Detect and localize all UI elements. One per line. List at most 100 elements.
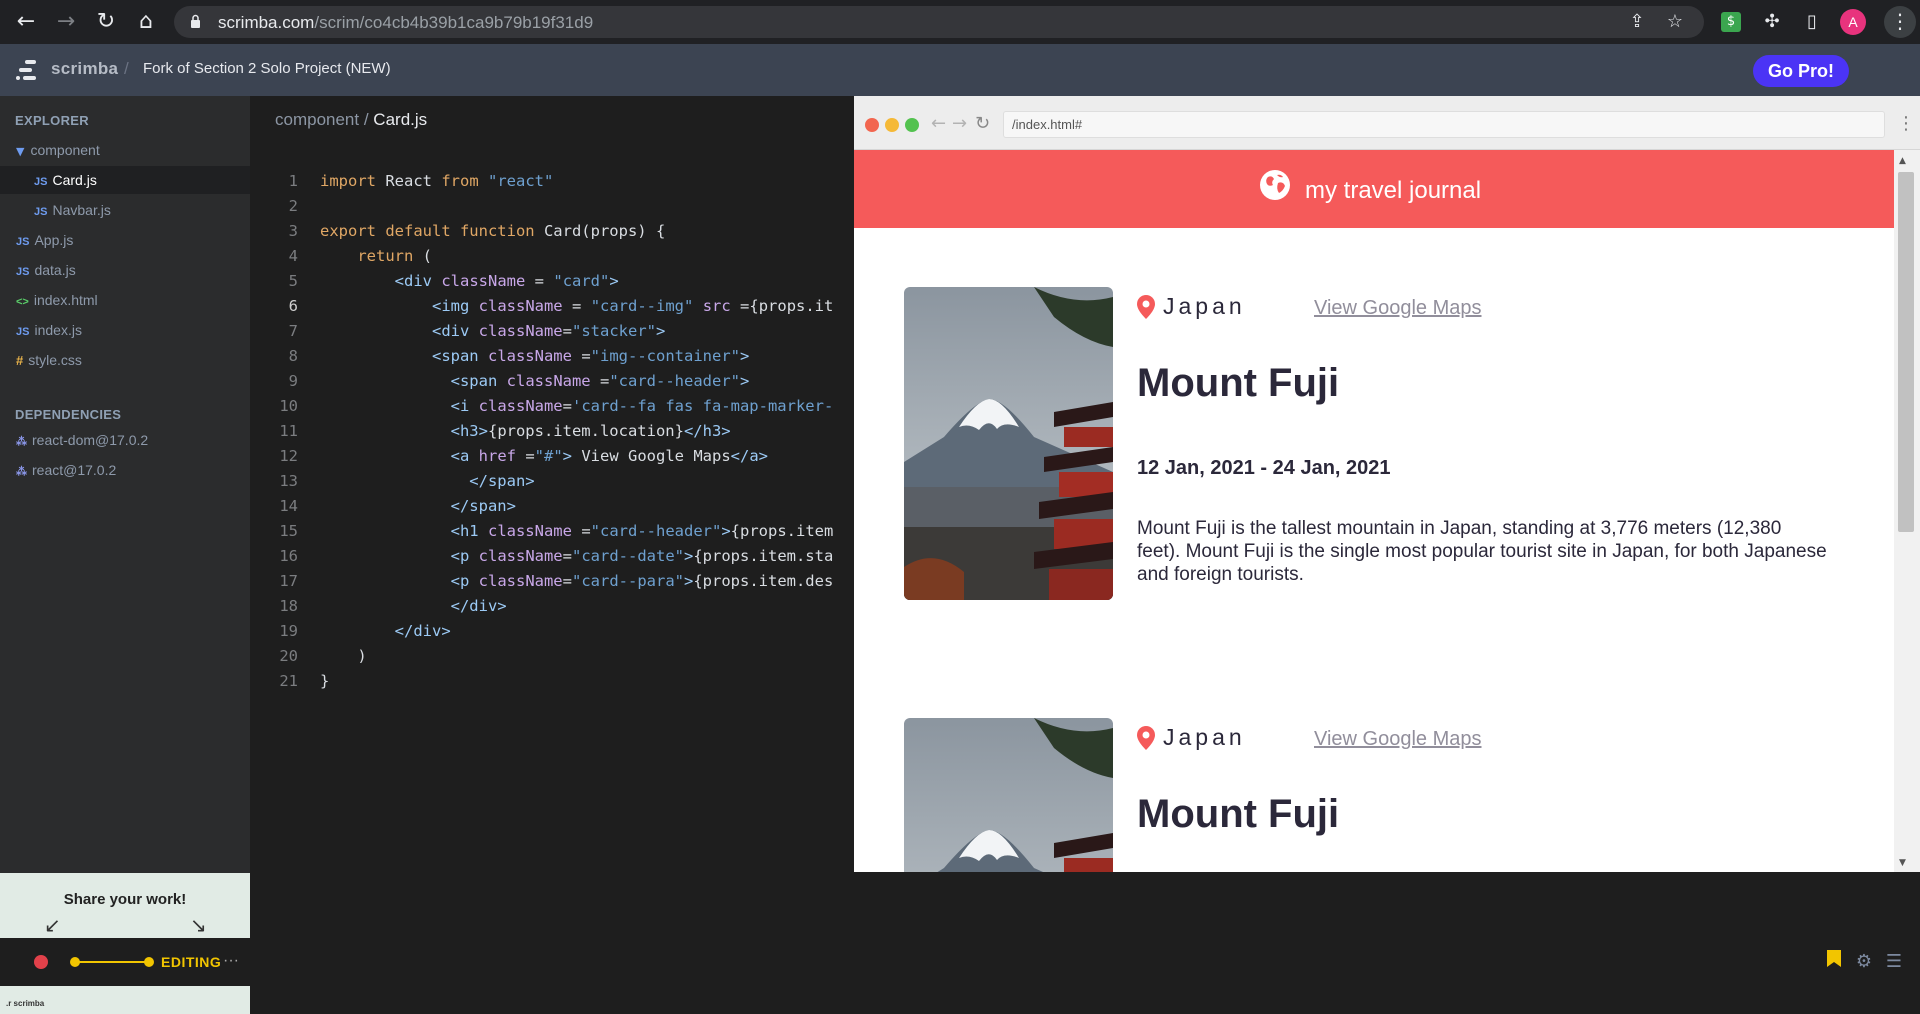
scrimba-logo-icon[interactable] xyxy=(16,60,40,80)
code-line[interactable]: 8 <span className ="img--container"> xyxy=(250,344,854,369)
js-file-icon: JS xyxy=(34,206,48,218)
preview-page: my travel journal Japan View Google Maps… xyxy=(854,150,1920,872)
home-icon[interactable]: ⌂ xyxy=(134,10,158,34)
file-card-js[interactable]: JS Card.js xyxy=(0,166,250,194)
code-line-current[interactable]: 6 <img className = "card--img" src ={pro… xyxy=(250,294,854,319)
side-panel-icon[interactable]: ▯ xyxy=(1801,11,1823,33)
code-line[interactable]: 11 <h3>{props.item.location}</h3> xyxy=(250,419,854,444)
project-title[interactable]: Fork of Section 2 Solo Project (NEW) xyxy=(143,60,391,77)
js-file-icon: JS xyxy=(16,266,30,278)
browser-toolbar: ← → ↻ ⌂ scrimba.com/scrim/co4cb4b39b1ca9… xyxy=(0,0,1920,44)
code-line[interactable]: 9 <span className ="card--header"> xyxy=(250,369,854,394)
code-line[interactable]: 18 </div> xyxy=(250,594,854,619)
code-line[interactable]: 3 export default function Card(props) { xyxy=(250,219,854,244)
scroll-down-icon[interactable]: ▼ xyxy=(1899,858,1906,868)
file-index-html[interactable]: <> index.html xyxy=(0,286,250,314)
code-line[interactable]: 13 </span> xyxy=(250,469,854,494)
code-line[interactable]: 5 <div className = "card"> xyxy=(250,269,854,294)
gear-icon[interactable]: ⚙ xyxy=(1852,950,1876,974)
file-navbar-js[interactable]: JS Navbar.js xyxy=(0,196,250,224)
globe-icon xyxy=(1260,170,1290,200)
timeline-track[interactable] xyxy=(75,961,150,963)
file-explorer-sidebar: EXPLORER ▼ component JS Card.js JS Navbar.j… xyxy=(0,96,250,1014)
scrimba-watermark: .r scrimba xyxy=(6,999,45,1008)
lock-icon xyxy=(191,14,200,28)
mode-label: EDITING xyxy=(161,954,222,970)
file-index-js[interactable]: JS index.js xyxy=(0,316,250,344)
preview-back-icon[interactable]: ← xyxy=(931,113,946,134)
css-file-icon: # xyxy=(16,353,24,368)
package-icon: ⁂ xyxy=(16,436,27,448)
chevron-down-icon: ▼ xyxy=(16,145,25,158)
preview-scroll-thumb[interactable] xyxy=(1898,172,1914,532)
preview-menu-icon[interactable]: ⋮ xyxy=(1897,113,1915,134)
card-location: Japan xyxy=(1163,724,1246,750)
card-dates: 12 Jan, 2021 - 24 Jan, 2021 xyxy=(1137,457,1391,479)
timeline-end-handle[interactable] xyxy=(144,957,154,967)
address-url: scrimba.com/scrim/co4cb4b39b1ca9b79b19f3… xyxy=(218,13,594,32)
code-editor[interactable]: component / Card.js 1 import React from "… xyxy=(250,96,854,871)
travel-card: Japan View Google Maps Mount Fuji 12 Jan… xyxy=(904,287,1884,607)
code-line[interactable]: 10 <i className='card--fa fas fa-map-mar… xyxy=(250,394,854,419)
share-icon[interactable]: ⇪ xyxy=(1626,11,1648,33)
card-location: Japan xyxy=(1163,293,1246,319)
map-marker-icon xyxy=(1137,726,1155,750)
extension-icon[interactable]: $ xyxy=(1721,12,1741,32)
go-pro-button[interactable]: Go Pro! xyxy=(1753,55,1849,87)
arrow-down-left-icon: ↙ xyxy=(44,913,61,937)
dependency-react-dom[interactable]: ⁂ react-dom@17.0.2 xyxy=(0,426,250,454)
travel-navbar: my travel journal xyxy=(854,150,1894,228)
address-bar[interactable]: scrimba.com/scrim/co4cb4b39b1ca9b79b19f3… xyxy=(174,6,1704,38)
preview-url-field[interactable]: /index.html# xyxy=(1003,111,1885,138)
bookmark-star-icon[interactable]: ☆ xyxy=(1664,11,1686,33)
file-data-js[interactable]: JS data.js xyxy=(0,256,250,284)
bookmark-icon[interactable] xyxy=(1822,950,1846,974)
close-dot-icon[interactable] xyxy=(865,118,879,132)
preview-reload-icon[interactable]: ↻ xyxy=(975,113,990,134)
preview-forward-icon[interactable]: → xyxy=(952,113,967,134)
record-icon[interactable] xyxy=(34,955,48,969)
puzzle-icon[interactable]: ✣ xyxy=(1761,11,1783,33)
scrimba-header: scrimba / Fork of Section 2 Solo Project… xyxy=(0,44,1920,96)
dependency-react[interactable]: ⁂ react@17.0.2 xyxy=(0,456,250,484)
card-image xyxy=(904,287,1113,600)
preview-pane: ← → ↻ /index.html# ⋮ my travel journal J… xyxy=(854,96,1920,872)
code-line[interactable]: 21} xyxy=(250,669,854,694)
timeline-start-handle[interactable] xyxy=(70,957,80,967)
minimize-dot-icon[interactable] xyxy=(885,118,899,132)
arrow-down-right-icon: ↘ xyxy=(190,913,207,937)
back-icon[interactable]: ← xyxy=(14,10,38,34)
scrim-controls: EDITING ··· ⚙ ☰ xyxy=(0,938,1920,986)
more-options-icon[interactable]: ··· xyxy=(223,952,239,970)
maximize-dot-icon[interactable] xyxy=(905,118,919,132)
card-title: Mount Fuji xyxy=(1137,792,1340,836)
code-line[interactable]: 2 xyxy=(250,194,854,219)
code-line[interactable]: 14 </span> xyxy=(250,494,854,519)
file-app-js[interactable]: JS App.js xyxy=(0,226,250,254)
view-google-maps-link[interactable]: View Google Maps xyxy=(1314,728,1482,751)
card-description: Mount Fuji is the tallest mountain in Ja… xyxy=(1137,518,1827,585)
js-file-icon: JS xyxy=(16,326,30,338)
menu-icon[interactable]: ☰ xyxy=(1882,950,1906,974)
code-line[interactable]: 12 <a href ="#"> View Google Maps</a> xyxy=(250,444,854,469)
code-line[interactable]: 4 return ( xyxy=(250,244,854,269)
js-file-icon: JS xyxy=(16,236,30,248)
brand-name[interactable]: scrimba xyxy=(51,59,118,79)
code-line[interactable]: 17 <p className="card--para">{props.item… xyxy=(250,569,854,594)
code-line[interactable]: 15 <h1 className ="card--header">{props.… xyxy=(250,519,854,544)
code-line[interactable]: 1 import React from "react" xyxy=(250,169,854,194)
chrome-menu-icon[interactable]: ⋮ xyxy=(1884,6,1916,38)
file-style-css[interactable]: # style.css xyxy=(0,346,250,374)
forward-icon[interactable]: → xyxy=(54,10,78,34)
folder-component[interactable]: ▼ component xyxy=(0,136,250,164)
reload-icon[interactable]: ↻ xyxy=(94,10,118,34)
code-line[interactable]: 19 </div> xyxy=(250,619,854,644)
code-line[interactable]: 20 ) xyxy=(250,644,854,669)
card-title: Mount Fuji xyxy=(1137,361,1340,405)
code-line[interactable]: 7 <div className="stacker"> xyxy=(250,319,854,344)
profile-avatar[interactable]: A xyxy=(1840,9,1866,35)
scroll-up-icon[interactable]: ▲ xyxy=(1899,156,1906,166)
code-line[interactable]: 16 <p className="card--date">{props.item… xyxy=(250,544,854,569)
view-google-maps-link[interactable]: View Google Maps xyxy=(1314,297,1482,320)
share-title: Share your work! xyxy=(63,891,187,908)
